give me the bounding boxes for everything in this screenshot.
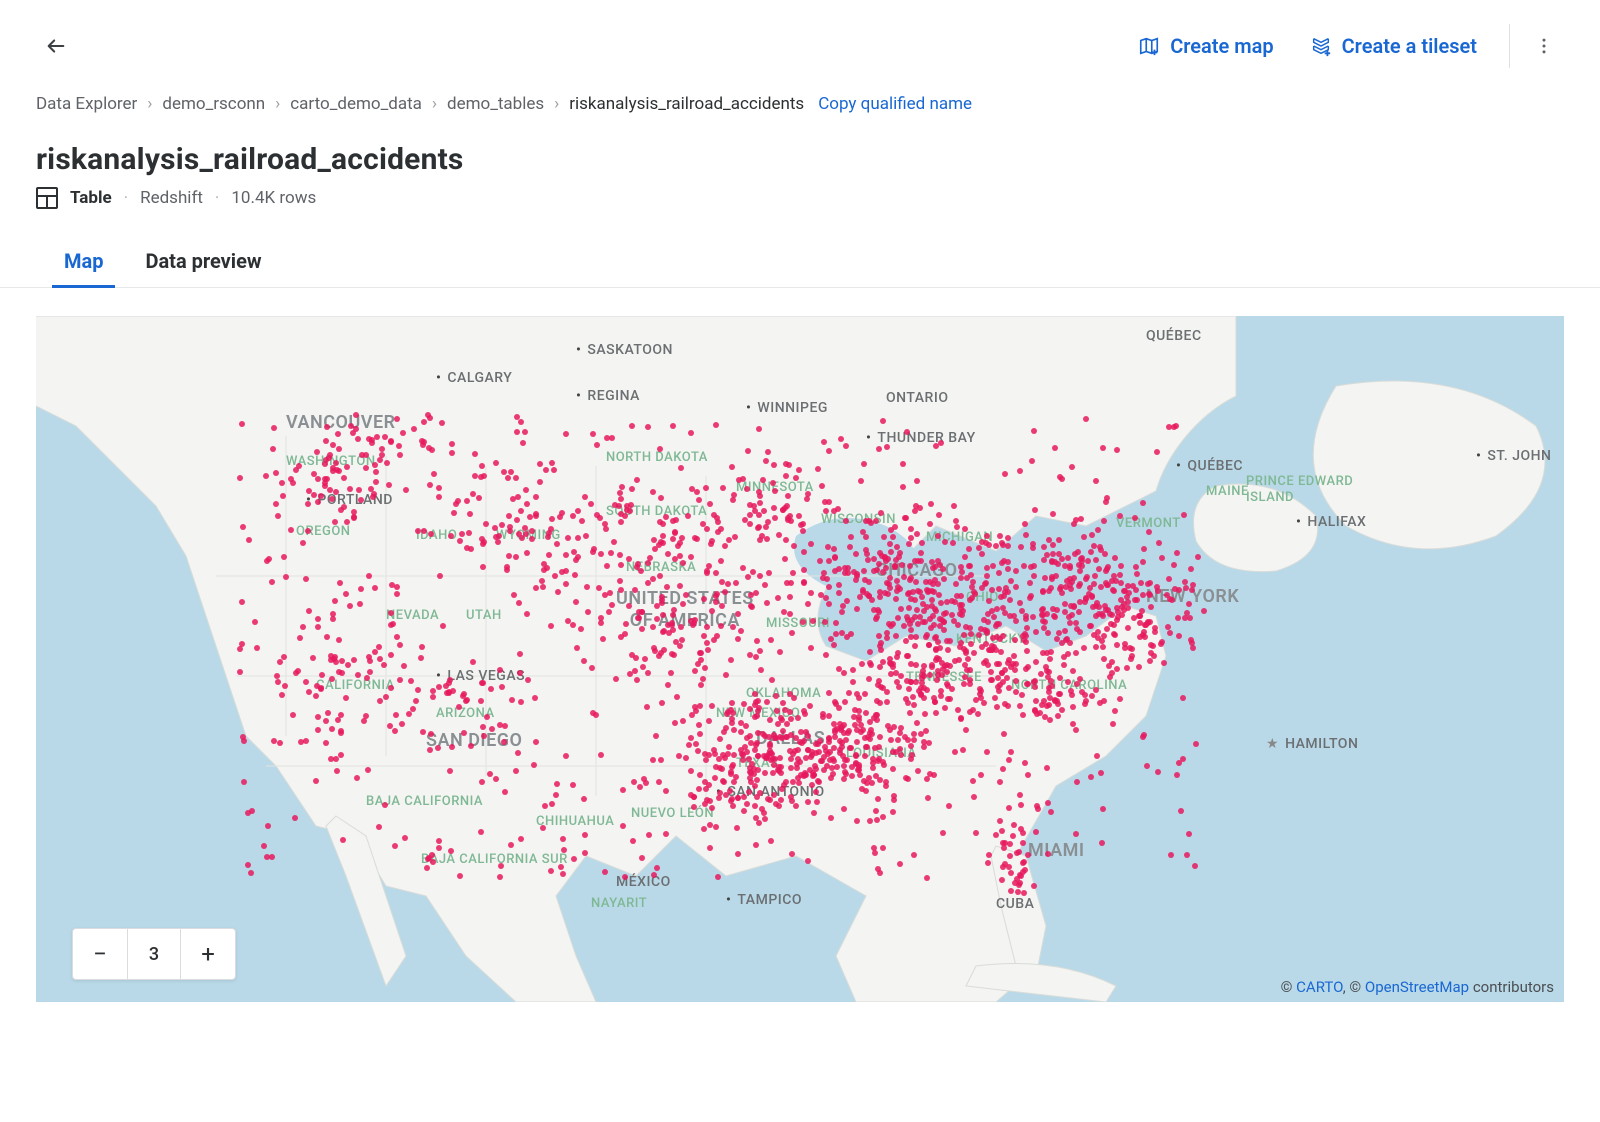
- engine-label: Redshift: [140, 188, 203, 208]
- attribution-osm-link[interactable]: OpenStreetMap: [1365, 978, 1469, 996]
- zoom-level: 3: [127, 929, 181, 979]
- dots-vertical-icon: [1534, 36, 1554, 56]
- back-button[interactable]: [36, 26, 76, 66]
- zoom-in-button[interactable]: +: [181, 929, 235, 979]
- chevron-right-icon: ›: [275, 94, 280, 114]
- breadcrumb-item-current: riskanalysis_railroad_accidents: [569, 94, 804, 114]
- chevron-right-icon: ›: [432, 94, 437, 114]
- create-map-label: Create map: [1170, 34, 1273, 58]
- tab-data-preview[interactable]: Data preview: [141, 249, 265, 287]
- map-viewport[interactable]: QUÉBEC SASKATOON CALGARY REGINA WINNIPEG…: [36, 316, 1564, 1002]
- separator-dot: ·: [124, 188, 128, 208]
- table-icon: [36, 187, 58, 209]
- data-points-layer: [36, 316, 1564, 1002]
- map-attribution: © CARTO, © OpenStreetMap contributors: [1281, 978, 1554, 996]
- create-tileset-label: Create a tileset: [1342, 34, 1477, 58]
- breadcrumb-item[interactable]: demo_rsconn: [162, 94, 265, 114]
- create-map-button[interactable]: Create map: [1120, 24, 1291, 68]
- row-count: 10.4K rows: [231, 188, 316, 208]
- tileset-plus-icon: [1310, 35, 1332, 57]
- attribution-text: ©: [1281, 978, 1297, 996]
- chevron-right-icon: ›: [147, 94, 152, 114]
- divider: [1509, 24, 1510, 68]
- map-plus-icon: [1138, 35, 1160, 57]
- page-title: riskanalysis_railroad_accidents: [36, 142, 1564, 177]
- breadcrumb-item[interactable]: demo_tables: [447, 94, 544, 114]
- chevron-right-icon: ›: [554, 94, 559, 114]
- more-menu-button[interactable]: [1524, 26, 1564, 66]
- tabs: Map Data preview: [0, 209, 1600, 288]
- attribution-carto-link[interactable]: CARTO: [1296, 978, 1343, 996]
- separator-dot: ·: [215, 188, 219, 208]
- breadcrumb-item[interactable]: Data Explorer: [36, 94, 137, 114]
- breadcrumb-item[interactable]: carto_demo_data: [290, 94, 422, 114]
- resource-type: Table: [70, 188, 112, 208]
- arrow-left-icon: [45, 35, 67, 57]
- breadcrumb: Data Explorer › demo_rsconn › carto_demo…: [0, 76, 1600, 114]
- attribution-text: , ©: [1343, 978, 1365, 996]
- attribution-text: contributors: [1469, 978, 1554, 996]
- create-tileset-button[interactable]: Create a tileset: [1292, 24, 1495, 68]
- zoom-control: − 3 +: [72, 928, 236, 980]
- copy-qualified-name-link[interactable]: Copy qualified name: [818, 94, 972, 114]
- tab-map[interactable]: Map: [60, 249, 107, 287]
- zoom-out-button[interactable]: −: [73, 929, 127, 979]
